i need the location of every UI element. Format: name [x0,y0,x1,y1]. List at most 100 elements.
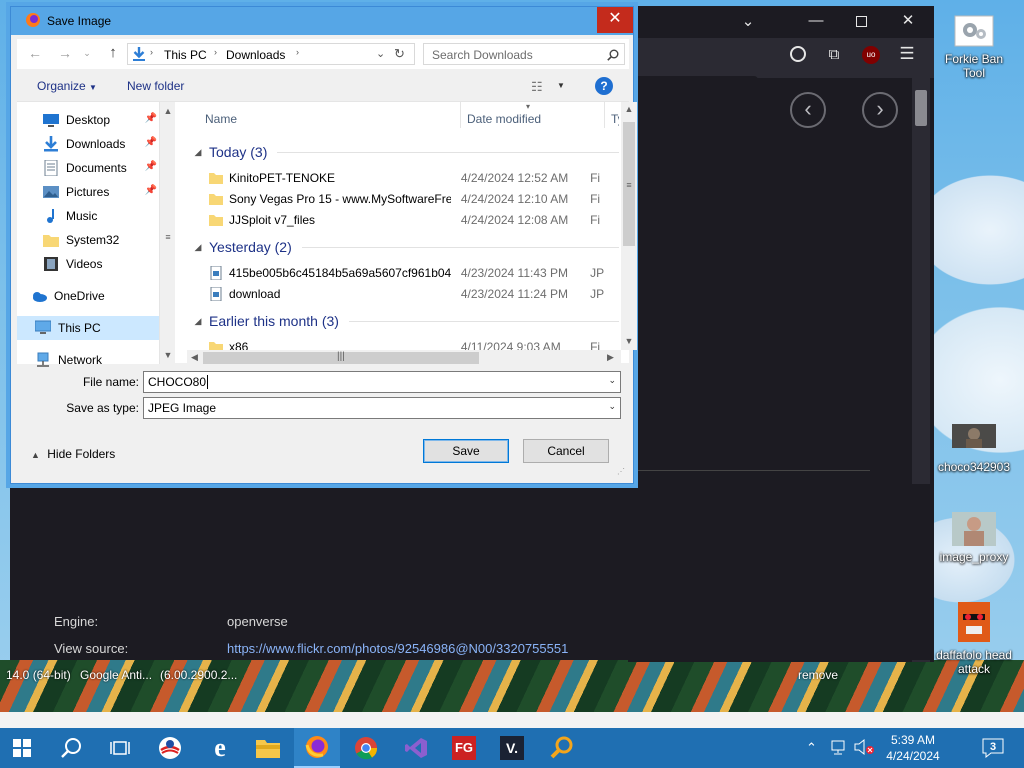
save-button[interactable]: Save [423,439,509,463]
account-icon[interactable] [790,46,806,62]
chevron-down-icon[interactable]: ⌄ [736,12,760,30]
file-row[interactable]: JJSploit v7_files 4/24/2024 12:08 AM Fi [187,209,619,230]
dialog-titlebar[interactable]: Save Image [11,7,633,35]
nav-item-videos[interactable]: Videos [17,252,159,276]
chevron-up-icon[interactable]: ⌃ [806,740,817,756]
group-header-today[interactable]: ◢ Today (3) [187,141,619,163]
chevron-up-icon: ▲ [31,450,40,460]
group-header-yesterday[interactable]: ◢ Yesterday (2) [187,236,619,258]
menu-icon[interactable]: ☰ [896,44,918,64]
nav-item-downloads[interactable]: Downloads 📌 [17,132,159,156]
scroll-down-icon[interactable]: ▼ [160,350,176,360]
nav-item-documents[interactable]: Documents 📌 [17,156,159,180]
edge-legacy-icon[interactable]: e [198,728,242,768]
system-clock[interactable]: 5:39 AM 4/24/2024 [878,732,948,764]
scroll-right-icon[interactable]: ▶ [607,352,614,363]
new-folder-button[interactable]: New folder [127,79,184,93]
file-name-chevron-down-icon[interactable]: ⌄ [608,375,616,386]
back-arrow-icon[interactable]: ← [23,45,47,61]
file-row[interactable]: 415be005b6c45184b5a69a5607cf961b04b... 4… [187,262,619,283]
resize-grip-icon[interactable]: ⋰ [617,467,625,476]
wallpaper-strip [0,712,1024,728]
task-view-icon[interactable] [98,728,142,768]
file-explorer-icon[interactable] [246,728,290,768]
forward-arrow-icon[interactable]: → [53,45,77,61]
up-arrow-icon[interactable]: ↑ [101,44,125,61]
file-list-horizontal-scrollbar[interactable]: ◀ ||| ▶ [187,350,621,366]
column-header-type[interactable]: Ty [605,102,619,128]
file-row[interactable]: KinitoPET-TENOKE 4/24/2024 12:52 AM Fi [187,167,619,188]
help-icon[interactable]: ? [595,77,613,95]
nav-item-this-pc[interactable]: This PC [17,316,159,340]
organize-button[interactable]: Organize ▼ [37,79,97,93]
hide-folders-toggle[interactable]: ▲ Hide Folders [31,447,115,461]
file-list-vertical-scrollbar[interactable]: ▲ ≡ ▼ [621,102,637,350]
notification-center-icon[interactable]: 3 [982,738,1004,758]
view-chevron-down-icon[interactable]: ▼ [557,81,565,90]
file-row[interactable]: x86 4/11/2024 9:03 AM Fi [187,336,619,350]
desktop-icon-choco[interactable]: choco342903 [934,422,1014,474]
scrollbar-grip-icon[interactable]: ≡ [621,180,637,190]
nav-item-desktop[interactable]: Desktop 📌 [17,108,159,132]
file-name: x86 [229,339,249,351]
search-icon[interactable] [607,49,619,61]
file-row[interactable]: download 4/23/2024 11:24 PM JP [187,283,619,304]
nav-item-label: Pictures [66,185,110,199]
dialog-close-button[interactable]: ✕ [597,7,633,33]
breadcrumb-this-pc[interactable]: This PC [164,48,207,62]
recent-locations-chevron-icon[interactable]: ⌄ [75,45,99,59]
scrollbar-grip-icon[interactable]: ≡ [160,232,176,242]
network-icon[interactable] [830,738,848,756]
fg-icon[interactable]: FG [442,728,486,768]
address-row: ← → ⌄ ↑ › This PC › Downloads › ⌄ ↻ Sear… [17,39,629,69]
scroll-up-icon[interactable]: ▲ [160,106,176,116]
nav-item-system32[interactable]: System32 [17,228,159,252]
v-icon[interactable]: V. [490,728,534,768]
navigation-scrollbar[interactable]: ▲ ≡ ▼ [159,102,175,364]
desktop-icon-forkie-ban-tool[interactable]: Forkie Ban Tool [934,14,1014,80]
save-as-type-select[interactable]: JPEG Image ⌄ [143,397,621,419]
file-name-input[interactable]: CHOCO80 ⌄ [143,371,621,393]
browser-scrollbar-thumb[interactable] [915,90,927,126]
file-row[interactable]: Sony Vegas Pro 15 - www.MySoftwareFre...… [187,188,619,209]
save-as-type-chevron-down-icon[interactable]: ⌄ [608,401,616,412]
minimize-icon[interactable]: — [804,12,828,29]
close-icon[interactable]: ✕ [896,11,920,29]
visual-studio-icon[interactable] [394,728,438,768]
view-source-link[interactable]: https://www.flickr.com/photos/92546986@N… [227,641,568,656]
scroll-up-icon[interactable]: ▲ [621,104,637,114]
magnifier-icon[interactable] [540,728,584,768]
view-options-icon[interactable]: ☷ [531,79,543,95]
next-image-button[interactable]: › [862,92,898,128]
gear-tool-icon [952,14,996,48]
windows-start-icon[interactable] [0,728,44,768]
strip-remove-text[interactable]: remove [798,668,838,682]
address-bar[interactable]: › This PC › Downloads › ⌄ ↻ [127,43,415,65]
nav-item-music[interactable]: Music [17,204,159,228]
extensions-icon[interactable]: ⧉ [824,46,844,63]
nav-item-label: Desktop [66,113,111,127]
refresh-icon[interactable]: ↻ [394,46,405,62]
nav-item-network[interactable]: Network [17,348,159,372]
scroll-left-icon[interactable]: ◀ [191,352,198,363]
nav-item-pictures[interactable]: Pictures 📌 [17,180,159,204]
previous-image-button[interactable]: ‹ [790,92,826,128]
volume-muted-icon[interactable] [854,738,874,756]
desktop-icon-image-proxy[interactable]: image_proxy [934,512,1014,564]
desktop-icon-daffafolo[interactable]: daffafolo head attack [934,600,1014,676]
breadcrumb-downloads[interactable]: Downloads [226,48,285,62]
maximize-icon[interactable] [856,16,867,27]
column-header-name[interactable]: Name [199,102,461,128]
cancel-button[interactable]: Cancel [523,439,609,463]
chrome-icon[interactable] [344,728,388,768]
nav-item-onedrive[interactable]: OneDrive [17,284,159,308]
column-header-date-modified[interactable]: Date modified [461,102,605,128]
scroll-down-icon[interactable]: ▼ [621,336,637,346]
obama-icon[interactable] [148,728,192,768]
ublock-icon[interactable]: uo [862,46,880,64]
address-chevron-down-icon[interactable]: ⌄ [376,47,385,60]
firefox-icon[interactable] [294,728,340,768]
group-header-earlier-this-month[interactable]: ◢ Earlier this month (3) [187,310,619,332]
search-downloads-input[interactable]: Search Downloads [423,43,625,65]
search-icon[interactable] [50,728,94,768]
